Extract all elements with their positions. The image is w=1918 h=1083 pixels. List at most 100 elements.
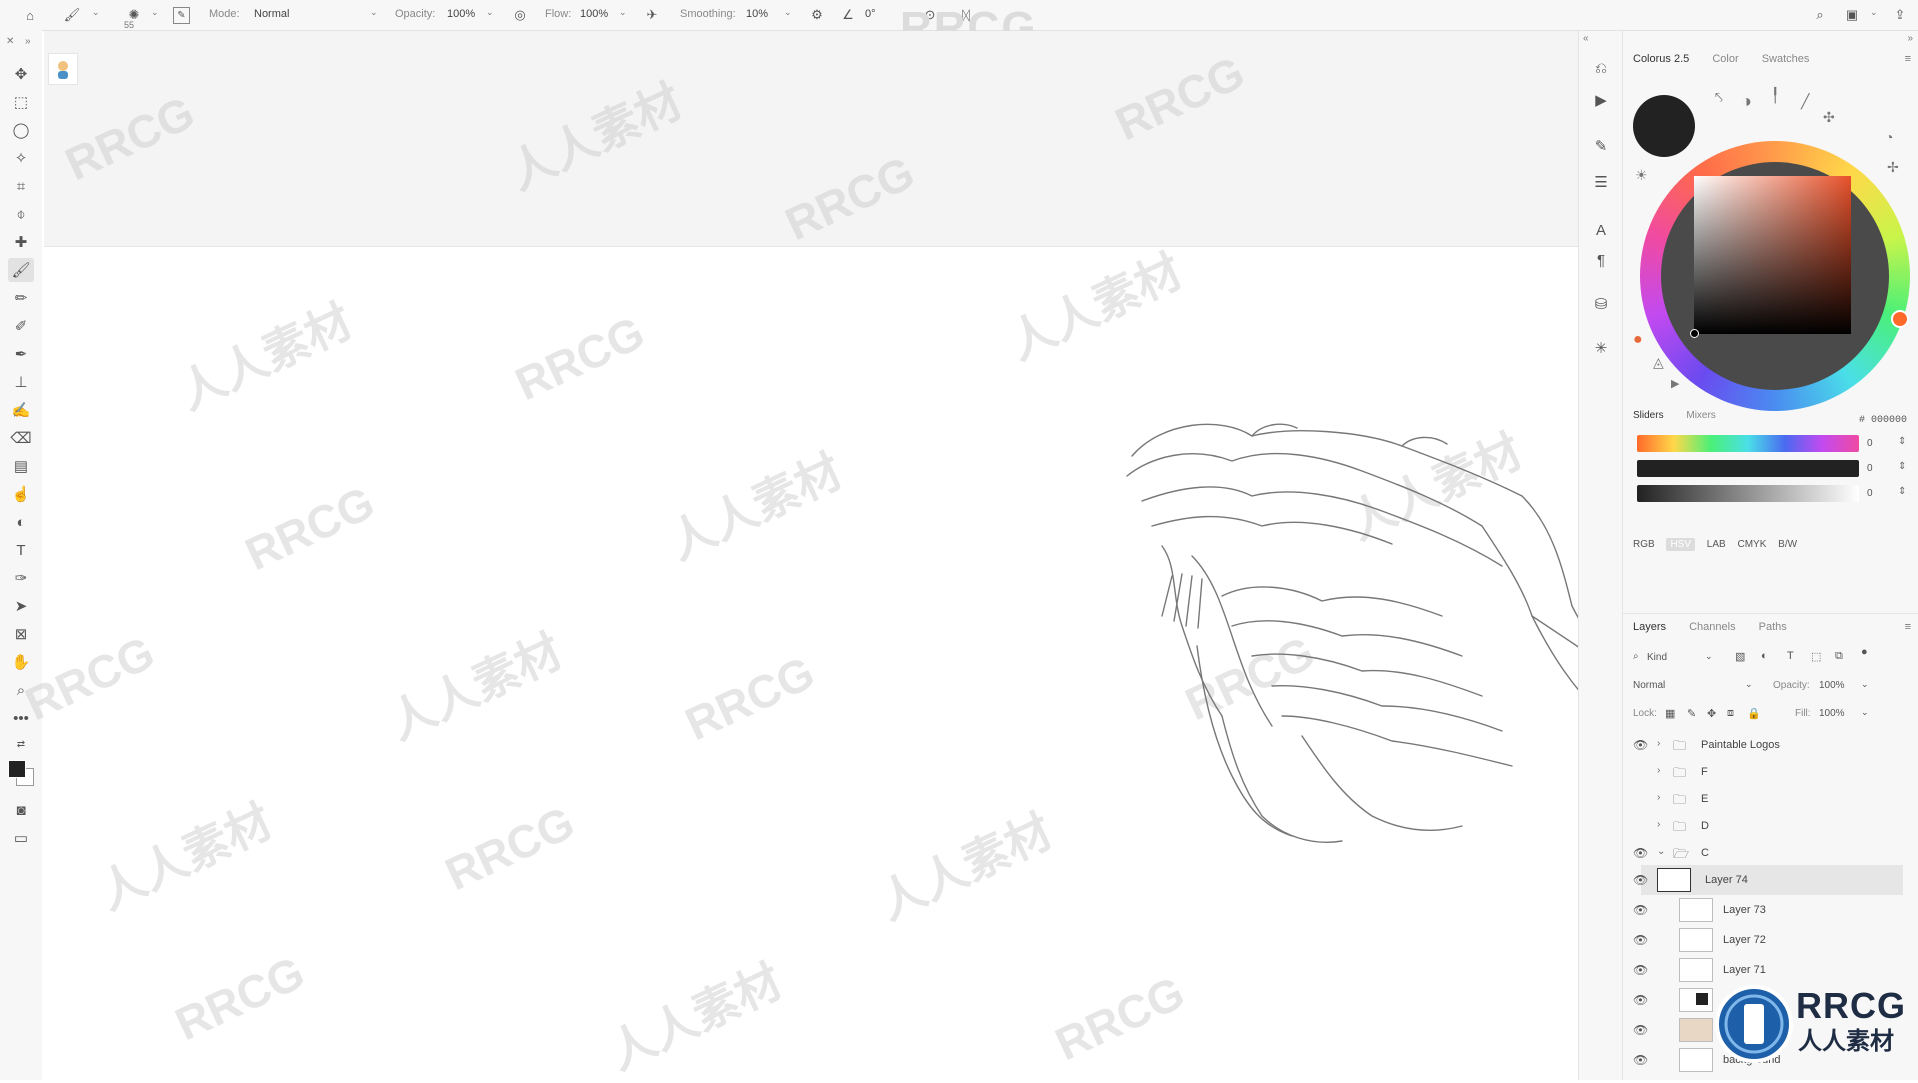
tab-mixers[interactable]: Mixers <box>1686 410 1715 421</box>
gear-icon[interactable]: ⚙ <box>807 5 827 25</box>
plugin-panel-icon[interactable]: ✳ <box>1589 337 1613 359</box>
hue-handle[interactable] <box>1891 310 1909 328</box>
eye-icon[interactable]: 👁 <box>1633 903 1648 917</box>
layer-group-row[interactable]: › 🗀 E <box>1623 784 1918 814</box>
eraser-tool-icon[interactable]: ⌫ <box>8 426 34 450</box>
saturation-value-square[interactable] <box>1694 176 1851 334</box>
screen-mode-icon[interactable]: ▭ <box>8 826 34 850</box>
saturation-slider[interactable] <box>1637 460 1859 477</box>
fill-value[interactable]: 100% <box>1819 708 1845 719</box>
smoothing-chevron-icon[interactable]: ⌄ <box>784 7 792 18</box>
lock-all-icon[interactable]: 🔒 <box>1747 707 1761 720</box>
harmony-icon[interactable]: ✣ <box>1823 109 1835 126</box>
eye-icon[interactable]: 👁 <box>1633 933 1648 947</box>
swap-colors-icon[interactable]: ⇄ <box>8 732 34 756</box>
libraries-panel-icon[interactable]: ⛁ <box>1589 293 1613 315</box>
tab-colorus[interactable]: Colorus 2.5 <box>1633 53 1689 65</box>
eye-icon[interactable]: 👁 <box>1633 1023 1648 1037</box>
filter-pixel-icon[interactable]: ▧ <box>1735 650 1745 663</box>
chevron-right-icon[interactable]: › <box>1657 765 1660 776</box>
smoothing-value[interactable]: 10% <box>746 8 768 20</box>
layer-group-row[interactable]: › 🗀 D <box>1623 811 1918 841</box>
mode-cmyk[interactable]: CMYK <box>1737 539 1766 550</box>
close-panel-icon[interactable]: ✕ <box>6 36 14 47</box>
workspace-icon[interactable]: ▣ <box>1842 5 1862 25</box>
hue-slider[interactable] <box>1637 435 1859 452</box>
eye-icon[interactable]: 👁 <box>1633 993 1648 1007</box>
hand-tool-icon[interactable]: ✋ <box>8 650 34 674</box>
smudge-tool-icon[interactable]: ☝ <box>8 482 34 506</box>
path-selection-tool-icon[interactable]: ➤ <box>8 594 34 618</box>
type-tool-icon[interactable]: T <box>8 538 34 562</box>
flow-value[interactable]: 100% <box>580 8 608 20</box>
tab-paths[interactable]: Paths <box>1759 621 1787 633</box>
tab-swatches[interactable]: Swatches <box>1762 53 1810 65</box>
layer-row[interactable]: 👁 Layer 74 <box>1633 865 1903 895</box>
frame-tool-icon[interactable]: ⊠ <box>8 622 34 646</box>
chevron-right-icon[interactable]: › <box>1657 738 1660 749</box>
eyedropper-tool-icon[interactable]: ⌽ <box>8 202 34 226</box>
hue-value[interactable]: 0 <box>1867 438 1873 449</box>
lasso-tool-icon[interactable]: ◯ <box>8 118 34 142</box>
current-color-swatch[interactable] <box>1633 95 1695 157</box>
adjustments-panel-icon[interactable]: ☰ <box>1589 171 1613 193</box>
hex-value[interactable]: # 000000 <box>1859 415 1907 426</box>
stamp-tool-icon[interactable]: ⊥ <box>8 370 34 394</box>
saturation-value[interactable]: 0 <box>1867 463 1873 474</box>
eye-icon[interactable]: 👁 <box>1633 1053 1648 1067</box>
paragraph-panel-icon[interactable]: ¶ <box>1589 249 1613 271</box>
brush-angle-value[interactable]: 0° <box>865 8 876 20</box>
pencil-mode-icon[interactable]: ╱ <box>1801 93 1809 110</box>
pressure-opacity-icon[interactable]: ◎ <box>510 5 530 25</box>
airbrush-icon[interactable]: ✈ <box>642 5 662 25</box>
brush-tool-icon[interactable]: 🖌 <box>8 258 34 282</box>
eye-icon[interactable]: 👁 <box>1633 873 1648 887</box>
sv-handle[interactable] <box>1690 329 1699 338</box>
zoom-tool-icon[interactable]: ⌕ <box>8 678 34 702</box>
panel-menu-icon[interactable]: ≡ <box>1905 53 1911 65</box>
opacity-chevron-icon[interactable]: ⌄ <box>486 7 494 18</box>
brush-preset-chevron-icon[interactable]: ⌄ <box>92 7 100 18</box>
collapse-panels-icon[interactable]: « <box>1583 33 1589 44</box>
more-tools-icon[interactable]: ••• <box>8 706 34 730</box>
layer-opacity-value[interactable]: 100% <box>1819 680 1845 691</box>
pen-tool-icon[interactable]: ✑ <box>8 566 34 590</box>
marquee-tool-icon[interactable]: ⬚ <box>8 90 34 114</box>
filter-type-icon[interactable]: T <box>1787 650 1794 662</box>
fan-icon[interactable]: ✢ <box>1887 159 1899 176</box>
canvas[interactable]: RRCG 人人素材 RRCG RRCG 人人素材 RRCG 人人素材 RRCG … <box>17 31 1651 1080</box>
opacity-value[interactable]: 100% <box>447 8 475 20</box>
eye-icon[interactable]: 👁 <box>1633 963 1648 977</box>
color-replacement-tool-icon[interactable]: ✐ <box>8 314 34 338</box>
filter-adjustment-icon[interactable]: ◐ <box>1761 650 1768 662</box>
eye-icon[interactable]: 👁 <box>1633 846 1648 860</box>
chevron-down-icon[interactable]: ⌄ <box>1657 846 1665 857</box>
lock-artboard-icon[interactable]: ⧈ <box>1727 707 1734 720</box>
foreground-color-swatch[interactable] <box>8 760 26 778</box>
mode-select[interactable]: Normal ⌄ <box>254 6 378 23</box>
brush-settings-chevron-icon[interactable]: ⌄ <box>151 7 159 18</box>
mixer-icon[interactable]: ◬ <box>1653 354 1664 371</box>
tab-sliders[interactable]: Sliders <box>1633 410 1664 421</box>
tab-color[interactable]: Color <box>1712 53 1738 65</box>
hue-mode-icon[interactable]: ◑ <box>1741 91 1752 112</box>
mode-bw[interactable]: B/W <box>1778 539 1797 550</box>
layer-group-row[interactable]: 👁 › 🗀 Paintable Logos <box>1623 730 1918 760</box>
magic-wand-tool-icon[interactable]: ✧ <box>8 146 34 170</box>
fill-chevron-icon[interactable]: ⌄ <box>1861 707 1869 718</box>
history-panel-icon[interactable]: ⎌ <box>1589 57 1613 79</box>
workspace-chevron-icon[interactable]: ⌄ <box>1870 7 1878 18</box>
chevron-right-icon[interactable]: › <box>1657 792 1660 803</box>
tab-channels[interactable]: Channels <box>1689 621 1735 633</box>
history-brush-tool-icon[interactable]: ✍ <box>8 398 34 422</box>
mode-rgb[interactable]: RGB <box>1633 539 1655 550</box>
dodge-tool-icon[interactable]: ◐ <box>8 510 34 534</box>
pencil-tool-icon[interactable]: ✏ <box>8 286 34 310</box>
mode-hsv[interactable]: HSV <box>1666 538 1696 551</box>
actions-panel-icon[interactable]: ▶ <box>1589 89 1613 111</box>
expand-panel-icon[interactable]: » <box>1907 33 1913 44</box>
eye-icon[interactable]: 👁 <box>1633 738 1648 752</box>
palette-icon[interactable]: ● <box>1633 331 1643 349</box>
layer-row[interactable]: 👁 Layer 73 <box>1623 895 1918 925</box>
layer-group-row[interactable]: 👁 ⌄ 🗁 C <box>1623 838 1918 868</box>
